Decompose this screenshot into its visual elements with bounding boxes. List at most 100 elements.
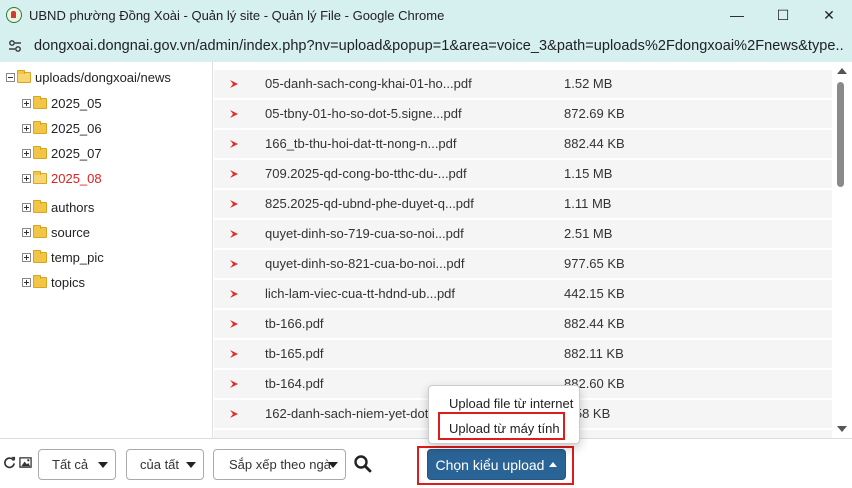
close-button[interactable]: ✕ [806, 0, 852, 30]
file-row[interactable]: quyet-dinh-so-719-cua-so-noi...pdf 2.51 M… [214, 220, 832, 248]
filter-author-value: của tất [140, 457, 180, 472]
image-icon[interactable] [18, 455, 32, 469]
refresh-icon[interactable] [2, 455, 16, 469]
expand-icon[interactable] [22, 202, 31, 212]
folder-icon [33, 199, 47, 213]
file-name: 05-danh-sach-cong-khai-01-ho...pdf [265, 76, 472, 91]
folder-icon [33, 120, 47, 134]
tree-item-label: topics [51, 274, 85, 290]
file-name: quyet-dinh-so-719-cua-so-noi...pdf [265, 226, 464, 241]
expand-icon[interactable] [22, 148, 31, 158]
tree-item-label-active: 2025_08 [51, 170, 102, 186]
tree-item-label: 2025_05 [51, 95, 102, 111]
folder-icon [33, 224, 47, 238]
file-size: 442.15 KB [564, 286, 625, 301]
tree-item-2025-06[interactable]: 2025_06 [22, 119, 102, 137]
pdf-file-icon [230, 260, 238, 268]
pdf-file-icon [230, 320, 238, 328]
folder-open-icon [33, 170, 47, 184]
site-info-icon[interactable] [4, 35, 26, 57]
collapse-icon[interactable] [6, 72, 15, 82]
file-size: 882.44 KB [564, 316, 625, 331]
tree-item-temp-pic[interactable]: temp_pic [22, 248, 104, 266]
caret-up-icon [549, 462, 558, 467]
tree-root-label: uploads/dongxoai/news [35, 69, 171, 85]
file-name: 162-danh-sach-niem-yet-dot [265, 406, 429, 421]
chevron-down-icon [186, 462, 196, 468]
pdf-file-icon [230, 110, 238, 118]
folder-icon [33, 249, 47, 263]
sort-select[interactable]: Sắp xếp theo ngà [213, 449, 346, 480]
expand-icon[interactable] [22, 227, 31, 237]
scroll-up-arrow[interactable] [837, 68, 847, 74]
file-name: 825.2025-qd-ubnd-phe-duyet-q...pdf [265, 196, 474, 211]
minimize-button[interactable]: — [714, 0, 760, 30]
tree-item-label: authors [51, 199, 95, 215]
expand-icon[interactable] [22, 123, 31, 133]
expand-icon[interactable] [22, 252, 31, 262]
window-title-bar: UBND phường Đồng Xoài - Quản lý site - Q… [0, 0, 852, 30]
maximize-button[interactable]: ☐ [760, 0, 806, 30]
tree-item-topics[interactable]: topics [22, 273, 85, 291]
chevron-down-icon [98, 462, 108, 468]
upload-button-label: Chọn kiểu upload [435, 456, 545, 473]
filter-author-select[interactable]: của tất [126, 449, 204, 480]
file-row[interactable]: 709.2025-qd-cong-bo-tthc-du-...pdf 1.15 M… [214, 160, 832, 188]
file-name: quyet-dinh-so-821-cua-bo-noi...pdf [265, 256, 465, 271]
tree-item-authors[interactable]: authors [22, 198, 94, 216]
file-name: tb-166.pdf [265, 316, 324, 331]
window-controls: — ☐ ✕ [714, 0, 852, 30]
tree-item-2025-07[interactable]: 2025_07 [22, 144, 102, 162]
file-list-scrollbar[interactable] [832, 62, 852, 438]
expand-icon[interactable] [22, 173, 31, 183]
file-size: 2.51 MB [564, 226, 613, 241]
file-name: 709.2025-qd-cong-bo-tthc-du-...pdf [265, 166, 467, 181]
file-size: 882.11 KB [564, 346, 624, 361]
file-size: 1.11 MB [564, 196, 612, 211]
folder-icon [33, 95, 47, 109]
search-icon[interactable] [353, 454, 373, 474]
tree-item-label: temp_pic [51, 249, 104, 265]
file-row[interactable]: tb-165.pdf 882.11 KB [214, 340, 832, 368]
tree-root[interactable]: uploads/dongxoai/news [6, 68, 171, 86]
file-row[interactable]: 825.2025-qd-ubnd-phe-duyet-q...pdf 1.11 M… [214, 190, 832, 218]
tree-item-source[interactable]: source [22, 223, 90, 241]
pdf-file-icon [230, 80, 238, 88]
tree-item-2025-08[interactable]: 2025_08 [22, 169, 102, 187]
tree-item-2025-05[interactable]: 2025_05 [22, 94, 102, 112]
filter-type-select[interactable]: Tất cả [38, 449, 116, 480]
scroll-thumb[interactable] [837, 82, 844, 187]
folder-open-icon [17, 69, 31, 83]
folder-icon [33, 274, 47, 288]
file-row[interactable]: 05-danh-sach-cong-khai-01-ho...pdf 1.52 M… [214, 70, 832, 98]
pdf-file-icon [230, 230, 238, 238]
tree-item-label: 2025_06 [51, 120, 102, 136]
filter-type-value: Tất cả [52, 457, 89, 472]
file-size: 1.15 MB [564, 166, 613, 181]
choose-upload-type-button[interactable]: Chọn kiểu upload [427, 449, 566, 480]
file-row[interactable]: 166_tb-thu-hoi-dat-tt-nong-n...pdf 882.44… [214, 130, 832, 158]
file-row[interactable]: 05-tbny-01-ho-so-dot-5.signe...pdf 872.69… [214, 100, 832, 128]
file-size: 882.44 KB [564, 136, 625, 151]
expand-icon[interactable] [22, 277, 31, 287]
chevron-down-icon [328, 462, 338, 468]
pdf-file-icon [230, 170, 238, 178]
tree-item-label: source [51, 224, 91, 240]
file-size: 977.65 KB [564, 256, 625, 271]
url-text[interactable]: dongxoai.dongnai.gov.vn/admin/index.php?… [34, 38, 844, 54]
scroll-down-arrow[interactable] [837, 426, 847, 432]
expand-icon[interactable] [22, 98, 31, 108]
pdf-file-icon [230, 140, 238, 148]
pdf-file-icon [230, 380, 238, 388]
tree-item-label: 2025_07 [51, 145, 102, 161]
upload-computer-highlight [438, 412, 565, 440]
file-name: tb-165.pdf [265, 346, 324, 361]
file-row[interactable]: tb-166.pdf 882.44 KB [214, 310, 832, 338]
file-name: lich-lam-viec-cua-tt-hdnd-ub...pdf [265, 286, 456, 301]
pdf-file-icon [230, 290, 238, 298]
pdf-file-icon [230, 200, 238, 208]
file-row[interactable]: lich-lam-viec-cua-tt-hdnd-ub...pdf 442.15… [214, 280, 832, 308]
file-name: 166_tb-thu-hoi-dat-tt-nong-n...pdf [265, 136, 457, 151]
file-row[interactable]: quyet-dinh-so-821-cua-bo-noi...pdf 977.65… [214, 250, 832, 278]
file-list: 05-danh-sach-cong-khai-01-ho...pdf 1.52 M… [214, 62, 832, 438]
